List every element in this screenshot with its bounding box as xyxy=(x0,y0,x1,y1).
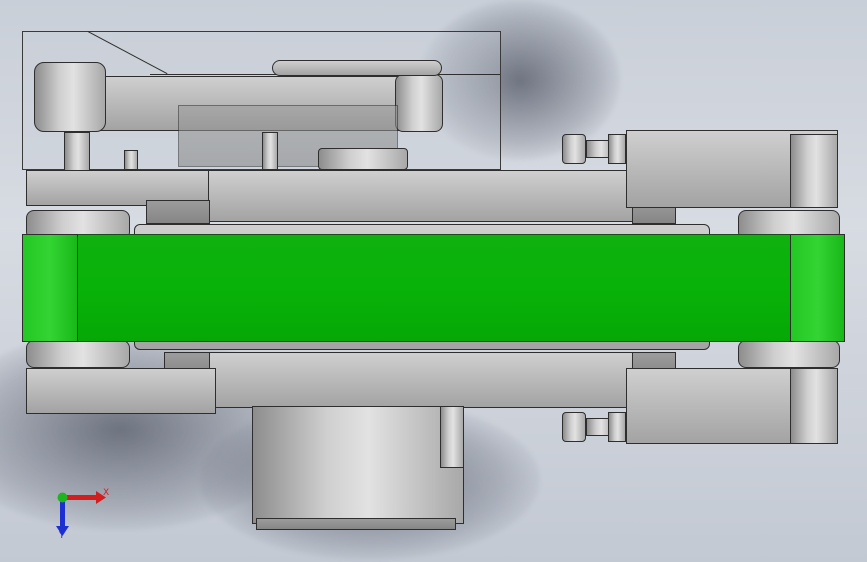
right-lower-bolt-head[interactable] xyxy=(562,412,586,442)
triad-x-label: X xyxy=(103,488,110,498)
left-lower-roller[interactable] xyxy=(26,340,130,368)
lower-frame-plate[interactable] xyxy=(208,352,634,408)
motor-end-cap[interactable] xyxy=(256,518,456,530)
upper-bracket-left[interactable] xyxy=(146,200,210,224)
right-upper-nut[interactable] xyxy=(608,134,626,164)
conveyor-belt[interactable] xyxy=(22,234,845,342)
top-pulley-right[interactable] xyxy=(395,74,443,132)
motor-terminal-box[interactable] xyxy=(440,406,464,468)
top-large-gear[interactable] xyxy=(272,60,442,76)
right-lower-idler[interactable] xyxy=(738,340,840,368)
shaft-left[interactable] xyxy=(64,132,90,172)
belt-right-end xyxy=(790,234,845,342)
upper-frame-plate[interactable] xyxy=(208,170,634,222)
drive-motor[interactable] xyxy=(252,406,464,524)
right-lower-nut[interactable] xyxy=(608,412,626,442)
gear-hub[interactable] xyxy=(318,148,408,170)
cad-viewport[interactable]: X Y xyxy=(0,0,867,562)
shaft-center[interactable] xyxy=(262,132,278,170)
top-pulley-left[interactable] xyxy=(34,62,106,132)
right-lower-roller[interactable] xyxy=(790,368,838,444)
triad-origin xyxy=(57,492,68,503)
set-screw[interactable] xyxy=(124,150,138,170)
triad-x-axis xyxy=(62,491,106,504)
belt-left-end xyxy=(22,234,78,342)
right-upper-roller[interactable] xyxy=(790,134,838,208)
lower-side-rail[interactable] xyxy=(26,368,216,414)
right-upper-bolt-head[interactable] xyxy=(562,134,586,164)
triad-y-label: Y xyxy=(59,531,65,541)
